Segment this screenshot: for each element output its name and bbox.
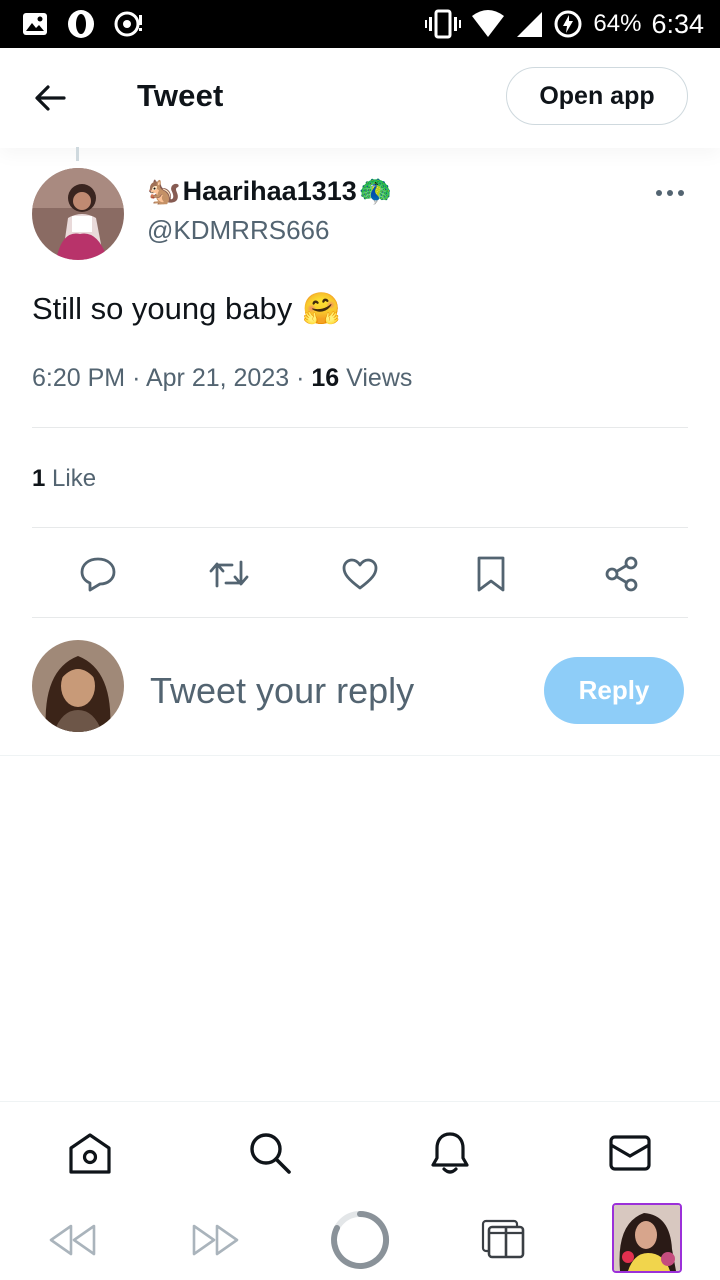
author-handle[interactable]: @KDMRRS666 <box>147 215 329 246</box>
tab-thumbnail[interactable] <box>612 1203 682 1273</box>
like-button[interactable] <box>334 548 386 600</box>
bookmark-icon <box>477 556 505 592</box>
back-icon <box>49 1224 96 1256</box>
browser-tabs-button[interactable] <box>478 1214 528 1264</box>
hugging-face-emoji: 🤗 <box>302 291 341 326</box>
current-user-avatar <box>32 640 124 732</box>
messages-icon <box>609 1135 651 1171</box>
like-icon <box>342 558 378 590</box>
loading-icon <box>331 1211 390 1269</box>
search-icon <box>250 1133 291 1174</box>
tabs-icon <box>481 1219 525 1259</box>
wifi-icon <box>471 10 505 38</box>
likes-count-link[interactable]: 1 Like <box>32 465 96 493</box>
tweet-meta: 6:20 PM · Apr 21, 2023 · 16 Views <box>32 364 412 393</box>
clock: 6:34 <box>651 8 704 39</box>
more-icon <box>656 190 684 196</box>
reply-icon <box>80 557 116 592</box>
reply-input[interactable] <box>150 662 520 720</box>
browser-reload-button[interactable] <box>328 1208 392 1272</box>
divider <box>32 427 688 428</box>
tweet-date[interactable]: Apr 21, 2023 <box>146 364 289 392</box>
divider <box>32 617 688 618</box>
author-display-name[interactable]: 🐿️ Haarihaa1313 🦚 <box>147 175 392 207</box>
notifications-icon <box>431 1132 469 1174</box>
views-label: Views <box>346 364 413 392</box>
share-button[interactable] <box>596 548 648 600</box>
thread-line <box>76 147 79 161</box>
home-icon <box>69 1133 111 1174</box>
status-bar: 64% 6:34 <box>0 0 720 48</box>
browser-toolbar <box>0 1200 720 1280</box>
views-count: 16 <box>311 364 340 392</box>
meta-separator: · <box>296 364 312 392</box>
tweet-text: Still so young baby 🤗 <box>32 290 341 327</box>
divider <box>32 527 688 528</box>
signal-icon <box>515 10 543 38</box>
author-name-text: Haarihaa1313 <box>182 175 357 206</box>
share-icon <box>605 556 638 592</box>
likes-label: Like <box>52 465 97 492</box>
likes-count: 1 <box>32 465 46 492</box>
download-icon <box>114 10 144 38</box>
author-avatar[interactable] <box>32 168 124 260</box>
tweet-actions <box>32 548 688 600</box>
opera-icon <box>66 8 96 40</box>
nav-notifications[interactable] <box>425 1128 475 1178</box>
nav-messages[interactable] <box>605 1128 655 1178</box>
status-left-icons <box>22 8 144 40</box>
bookmark-button[interactable] <box>465 548 517 600</box>
bottom-navigation <box>0 1101 720 1202</box>
reply-button[interactable] <box>72 548 124 600</box>
chipmunk-emoji: 🐿️ <box>147 176 181 206</box>
tweet-time[interactable]: 6:20 PM <box>32 364 125 392</box>
nav-home[interactable] <box>65 1128 115 1178</box>
open-app-button[interactable]: Open app <box>506 67 688 125</box>
browser-back-button[interactable] <box>44 1220 100 1260</box>
status-right-icons: 64% 6:34 <box>425 9 704 40</box>
peacock-emoji: 🦚 <box>358 176 393 206</box>
tweet-text-content: Still so young baby <box>32 290 293 326</box>
arrow-left-icon <box>35 85 66 111</box>
more-options-button[interactable] <box>652 180 688 206</box>
meta-separator: · <box>132 364 146 392</box>
page-title: Tweet <box>137 78 224 113</box>
browser-forward-button[interactable] <box>188 1220 244 1260</box>
nav-search[interactable] <box>245 1128 295 1178</box>
top-header: Tweet Open app <box>0 48 720 148</box>
battery-percent: 64% <box>593 10 642 37</box>
back-button[interactable] <box>30 78 70 118</box>
reply-submit-button[interactable]: Reply <box>544 657 684 724</box>
battery-charging-icon <box>553 9 583 39</box>
gallery-icon <box>22 12 48 36</box>
retweet-icon <box>209 560 249 588</box>
retweet-button[interactable] <box>203 548 255 600</box>
section-divider <box>0 755 720 756</box>
forward-icon <box>192 1224 239 1256</box>
vibrate-icon <box>425 9 462 39</box>
